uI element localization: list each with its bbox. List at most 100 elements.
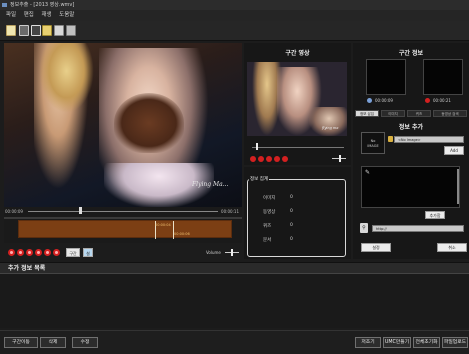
segment-end-marker[interactable] <box>173 221 174 239</box>
video-figure-left-hair <box>39 43 94 113</box>
section-video-scrub-knob[interactable] <box>256 143 258 150</box>
set-button[interactable]: 설 <box>83 248 93 257</box>
end-frame-preview[interactable] <box>423 59 463 95</box>
move-section-button[interactable]: 구간이동 <box>4 337 38 348</box>
timeline-scrubber[interactable] <box>28 211 218 212</box>
menu-bar: 파일 편집 재생 도움말 <box>0 10 469 21</box>
timeline-end-time: 00:00:11 <box>221 209 239 214</box>
reset-all-button[interactable]: 전체초기화 <box>413 337 440 348</box>
section-video-scrubber[interactable] <box>252 147 344 148</box>
title-bar: 정보추출 - [2013 영상.wmv] <box>0 0 469 10</box>
film-icon[interactable] <box>31 25 41 36</box>
start-time: 00:00:09 <box>375 98 393 103</box>
settings-icon[interactable] <box>66 25 76 36</box>
add-memo-button[interactable]: 추가함 <box>425 211 445 219</box>
segment-end-label: 00:00:06 <box>174 232 190 236</box>
volume-knob[interactable] <box>231 249 233 256</box>
delete-button[interactable]: 삭제 <box>40 337 66 348</box>
toolbar <box>0 21 469 41</box>
playback-controls: 구간 설 Volume <box>4 245 242 260</box>
no-image-line2: IMAGE <box>367 143 379 148</box>
video-figure-main-hair <box>114 93 184 153</box>
image-placeholder: No IMAGE <box>361 132 385 154</box>
tab-video-search[interactable]: 동영상 검색 <box>433 110 467 117</box>
folder-icon[interactable] <box>388 136 393 142</box>
info-list[interactable] <box>0 274 469 328</box>
timeline-start-time: 00:00:09 <box>5 209 23 214</box>
prev-icon[interactable] <box>8 249 15 256</box>
start-time-icon[interactable] <box>367 98 372 103</box>
file-upload-button[interactable]: 파일업로드 <box>442 337 468 348</box>
preview-watermark: flying ma <box>322 126 339 130</box>
timeline: 00:00:09 00:00:11 00:00:04 00:00:06 <box>4 207 242 243</box>
summary-value-document: 0 <box>290 237 293 242</box>
section-volume-knob[interactable] <box>339 155 341 162</box>
section-video-preview[interactable]: flying ma <box>247 62 347 136</box>
summary-label-quiz: 퀴즈 <box>263 224 272 229</box>
section-video-title: 구간 영상 <box>285 50 310 57</box>
section-video-panel: 구간 영상 flying ma <box>244 43 351 165</box>
info-list-header: 추가 정보 목록 <box>0 262 469 274</box>
tab-insert-info[interactable]: 정보 삽입 <box>355 110 379 117</box>
summary-label-document: 문서 <box>263 238 272 243</box>
cancel-button[interactable]: 취소 <box>437 243 467 252</box>
menu-edit[interactable]: 편집 <box>21 10 37 21</box>
app-icon <box>2 3 7 7</box>
end-time: 00:00:21 <box>433 98 451 103</box>
memo-scrollbar[interactable] <box>457 169 459 204</box>
memo-textarea[interactable] <box>361 166 460 208</box>
next-icon[interactable] <box>44 249 51 256</box>
section-info-panel: 구간 정보 00:00:09 00:00:21 정보 삽입 이미지 퀴즈 동영상… <box>353 43 469 259</box>
info-tabs: 정보 삽입 이미지 퀴즈 동영상 검색 <box>355 110 469 117</box>
video-player[interactable]: Flying Ma... <box>4 43 242 207</box>
timeline-thumb[interactable] <box>79 207 82 214</box>
open-folder-icon[interactable] <box>19 25 29 36</box>
image-icon[interactable] <box>42 25 52 36</box>
new-file-icon[interactable] <box>6 25 16 36</box>
stop-icon[interactable] <box>35 249 42 256</box>
start-frame-preview[interactable] <box>366 59 406 95</box>
record-icon[interactable] <box>53 249 60 256</box>
info-summary-panel: 이미지 0 동영상 0 퀴즈 0 문서 0 정보 집계 <box>244 167 351 259</box>
section-pause-icon[interactable] <box>266 156 272 162</box>
video-watermark: Flying Ma... <box>192 181 229 188</box>
segment-start-label: 00:00:04 <box>155 223 171 227</box>
summary-label-video: 동영상 <box>263 210 276 215</box>
section-next-icon[interactable] <box>282 156 288 162</box>
add-image-button[interactable]: Add <box>444 146 464 155</box>
section-prev-icon[interactable] <box>250 156 256 162</box>
section-info-title: 구간 정보 <box>398 50 424 57</box>
image-select[interactable]: <No Image> <box>394 136 464 143</box>
summary-value-quiz: 0 <box>290 223 293 228</box>
edit-button[interactable]: 수정 <box>72 337 98 348</box>
timeline-strip <box>4 217 242 219</box>
info-summary-box: 이미지 0 동영상 0 퀴즈 0 문서 0 <box>247 179 346 257</box>
volume-label: Volume <box>206 250 221 255</box>
link-icon: ⚲ <box>360 223 368 233</box>
tab-quiz[interactable]: 퀴즈 <box>407 110 431 117</box>
play-icon[interactable] <box>17 249 24 256</box>
summary-value-image: 0 <box>290 195 293 200</box>
section-play-icon[interactable] <box>258 156 264 162</box>
menu-play[interactable]: 재생 <box>38 10 54 21</box>
make-umc-button[interactable]: UMC만들기 <box>383 337 411 348</box>
save-button[interactable]: 저조기 <box>355 337 381 348</box>
apply-button[interactable]: 설정 <box>361 243 391 252</box>
summary-value-video: 0 <box>290 209 293 214</box>
tab-image[interactable]: 이미지 <box>381 110 405 117</box>
info-summary-title: 정보 집계 <box>249 176 269 182</box>
segment-band[interactable]: 00:00:04 00:00:06 <box>18 220 232 239</box>
end-time-icon[interactable] <box>425 98 430 103</box>
menu-file[interactable]: 파일 <box>0 10 19 21</box>
menu-help[interactable]: 도움말 <box>56 10 77 21</box>
bottom-bar: 구간이동 삭제 수정 저조기 UMC만들기 전체초기화 파일업로드 <box>0 330 469 354</box>
url-input[interactable]: http:// <box>372 225 464 232</box>
pause-icon[interactable] <box>26 249 33 256</box>
section-stop-icon[interactable] <box>274 156 280 162</box>
preview-figure-right <box>309 107 347 136</box>
memo-icon: ✎ <box>365 169 371 176</box>
movie-icon[interactable] <box>54 25 64 36</box>
summary-label-image: 이미지 <box>263 196 276 201</box>
window-title: 정보추출 - [2013 영상.wmv] <box>10 2 75 8</box>
loop-button[interactable]: 구간 <box>66 248 80 257</box>
